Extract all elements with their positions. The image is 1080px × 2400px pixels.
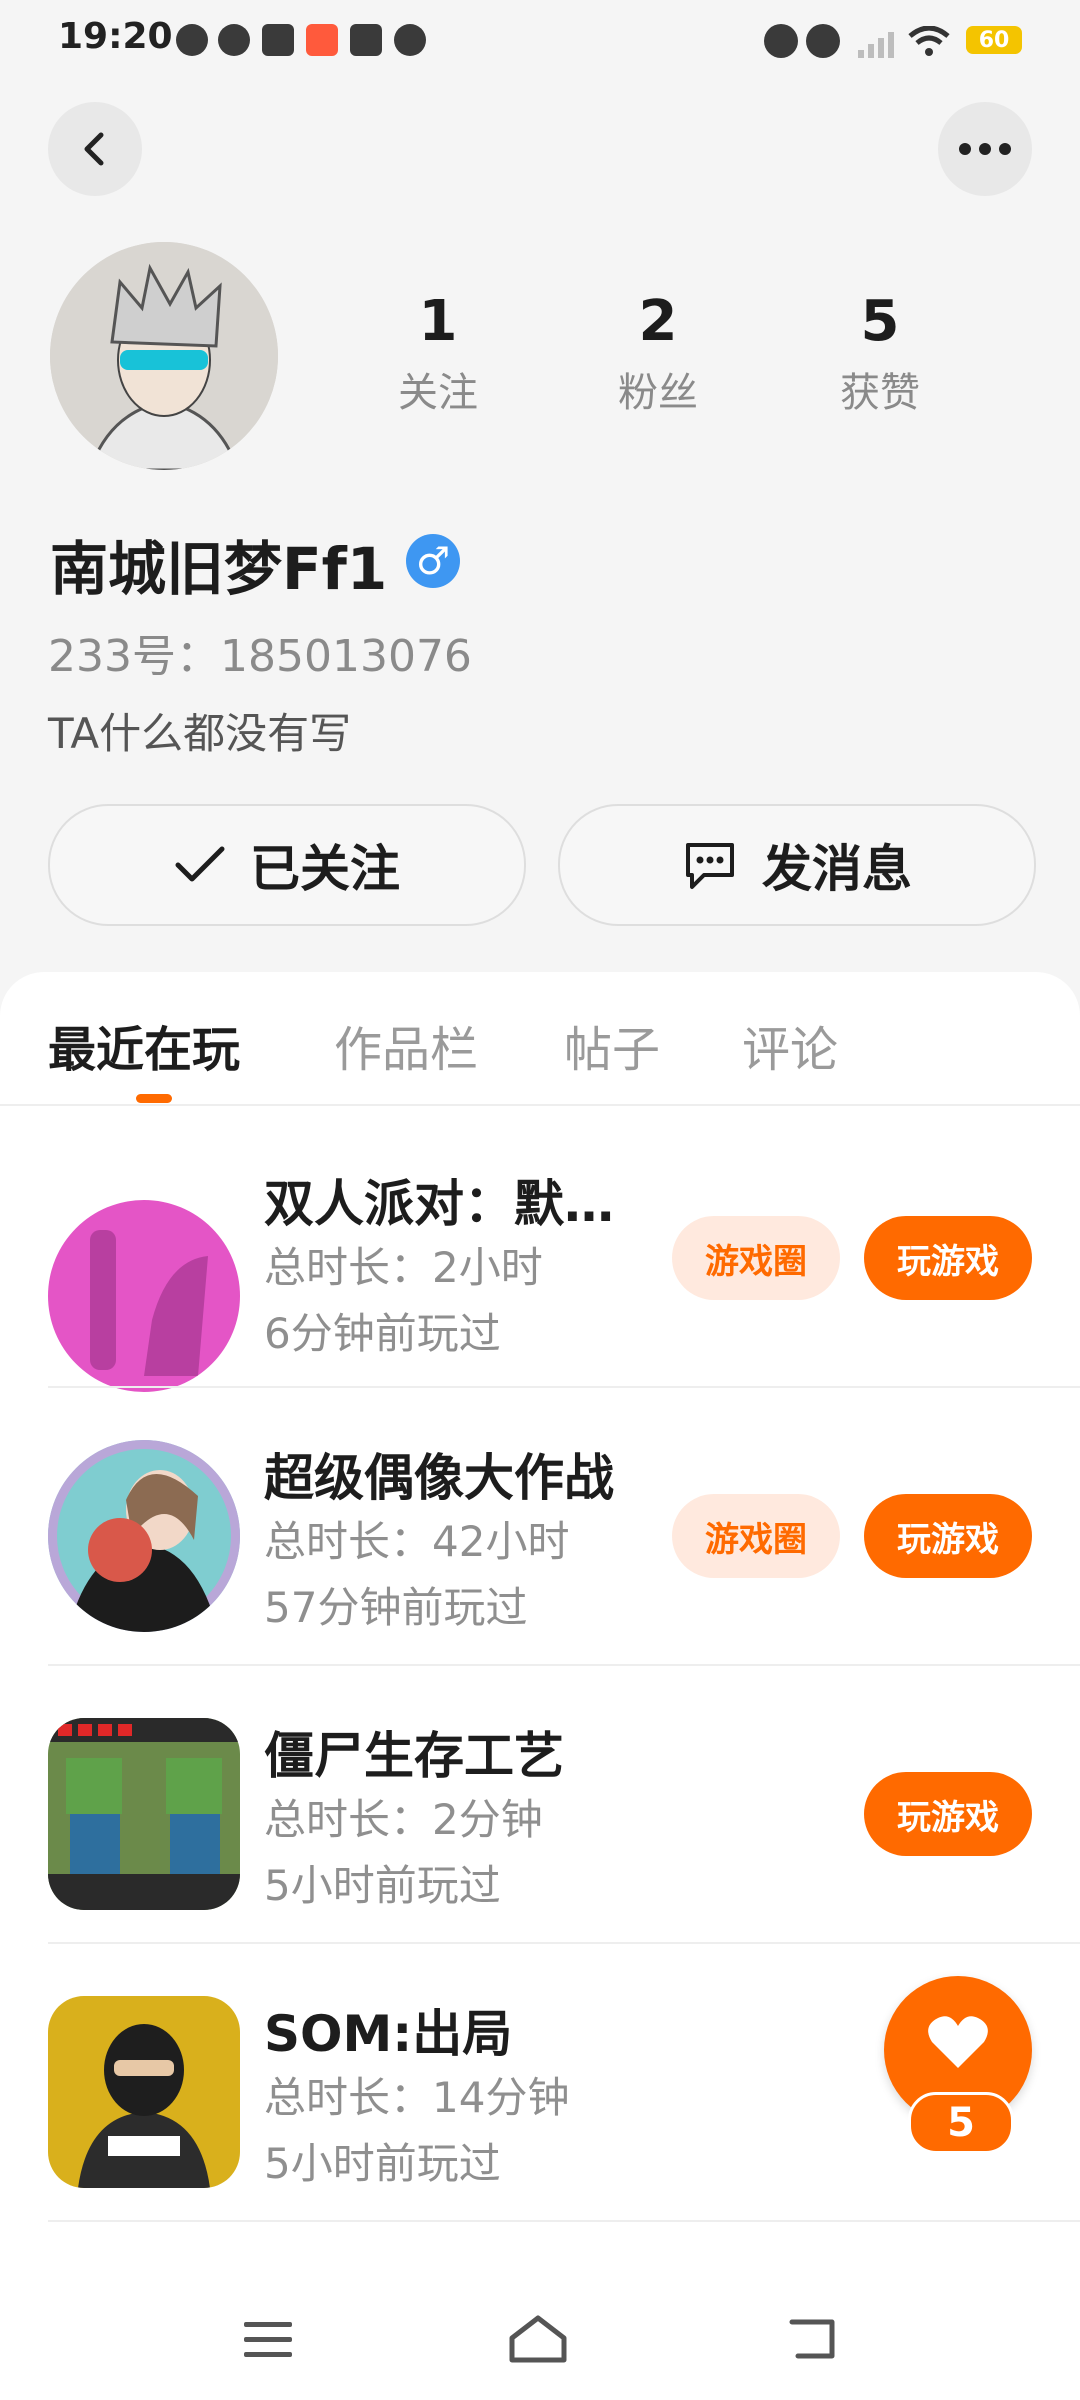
like-count-badge: 5 <box>908 2092 1014 2154</box>
game-row[interactable]: 超级偶像大作战 总时长：42小时 57分钟前玩过 游戏圈 玩游戏 <box>0 1388 1080 1664</box>
stat-likes-value: 5 <box>860 289 900 354</box>
stat-likes[interactable]: 5 获赞 <box>800 290 960 418</box>
bio: TA什么都没有写 <box>48 709 352 758</box>
system-nav-bar <box>0 2280 1080 2400</box>
cat-face-icon <box>176 24 208 56</box>
game-icon <box>48 1440 240 1632</box>
game-duration: 总时长：14分钟 <box>264 2073 570 2122</box>
checkmark-icon <box>175 846 225 882</box>
followed-button[interactable]: 已关注 <box>48 804 526 926</box>
status-time: 19:20 <box>58 16 173 57</box>
back-button[interactable] <box>48 102 142 196</box>
game-icon <box>48 1996 240 2188</box>
game-duration: 总时长：2小时 <box>264 1243 543 1292</box>
message-label: 发消息 <box>762 840 912 898</box>
tab-indicator <box>136 1094 172 1103</box>
menu-icon[interactable] <box>244 2320 292 2360</box>
message-button[interactable]: 发消息 <box>558 804 1036 926</box>
stat-fans[interactable]: 2 粉丝 <box>578 290 738 418</box>
game-title: 双人派对：默… <box>264 1175 614 1233</box>
game-circle-button[interactable]: 游戏圈 <box>672 1494 840 1578</box>
game-last-played: 57分钟前玩过 <box>264 1583 528 1632</box>
app-icon <box>306 24 338 56</box>
status-bar: 19:20 60 <box>0 0 1080 80</box>
username: 南城旧梦Ff1 <box>50 535 388 603</box>
avatar[interactable] <box>50 242 278 470</box>
back-nav-icon[interactable] <box>788 2318 838 2360</box>
battery-icon: 60 <box>966 26 1022 54</box>
game-last-played: 5小时前玩过 <box>264 2139 501 2188</box>
game-duration: 总时长：42小时 <box>264 1517 570 1566</box>
game-last-played: 5小时前玩过 <box>264 1861 501 1910</box>
game-icon <box>48 1200 240 1392</box>
game-duration: 总时长：2分钟 <box>264 1795 543 1844</box>
heart-icon <box>928 2016 988 2068</box>
more-button[interactable] <box>938 102 1032 196</box>
tab-comments[interactable]: 评论 <box>742 1010 838 1080</box>
signal-icon <box>858 32 894 58</box>
row-divider <box>48 2220 1080 2222</box>
tab-recently-played[interactable]: 最近在玩 <box>48 1010 240 1080</box>
male-gender-icon: ♂ <box>406 534 460 588</box>
mute-icon <box>806 24 840 58</box>
tab-works[interactable]: 作品栏 <box>334 1010 478 1080</box>
game-title: SOM:出局 <box>264 2005 513 2063</box>
chevron-left-icon <box>84 132 104 166</box>
game-title: 超级偶像大作战 <box>264 1449 614 1507</box>
stat-following-value: 1 <box>418 289 458 354</box>
music-icon <box>350 24 382 56</box>
game-row[interactable]: 僵尸生存工艺 总时长：2分钟 5小时前玩过 玩游戏 <box>0 1666 1080 1942</box>
followed-label: 已关注 <box>250 840 400 898</box>
stat-fans-value: 2 <box>638 289 678 354</box>
avatar-image <box>50 242 278 470</box>
game-row[interactable]: 双人派对：默… 总时长：2小时 6分钟前玩过 游戏圈 玩游戏 <box>0 1110 1080 1392</box>
chat-bubble-icon <box>686 843 734 889</box>
play-game-button[interactable]: 玩游戏 <box>864 1772 1032 1856</box>
game-icon <box>48 1718 240 1910</box>
more-dots-icon <box>959 143 1011 155</box>
stat-fans-label: 粉丝 <box>618 370 698 416</box>
game-last-played: 6分钟前玩过 <box>264 1309 501 1358</box>
stat-following[interactable]: 1 关注 <box>358 290 518 418</box>
gauge-icon <box>218 24 250 56</box>
play-game-button[interactable]: 玩游戏 <box>864 1494 1032 1578</box>
stat-likes-label: 获赞 <box>840 370 920 416</box>
wifi-icon <box>908 26 950 56</box>
home-icon[interactable] <box>508 2314 568 2364</box>
game-title: 僵尸生存工艺 <box>264 1727 564 1785</box>
mail-icon <box>262 24 294 56</box>
alarm-icon <box>764 24 798 58</box>
tab-posts[interactable]: 帖子 <box>564 1010 660 1080</box>
play-game-button[interactable]: 玩游戏 <box>864 1216 1032 1300</box>
robot-icon <box>394 24 426 56</box>
game-circle-button[interactable]: 游戏圈 <box>672 1216 840 1300</box>
stat-following-label: 关注 <box>398 370 478 416</box>
tabs-divider <box>0 1104 1080 1106</box>
user-id: 233号：185013076 <box>48 631 472 682</box>
